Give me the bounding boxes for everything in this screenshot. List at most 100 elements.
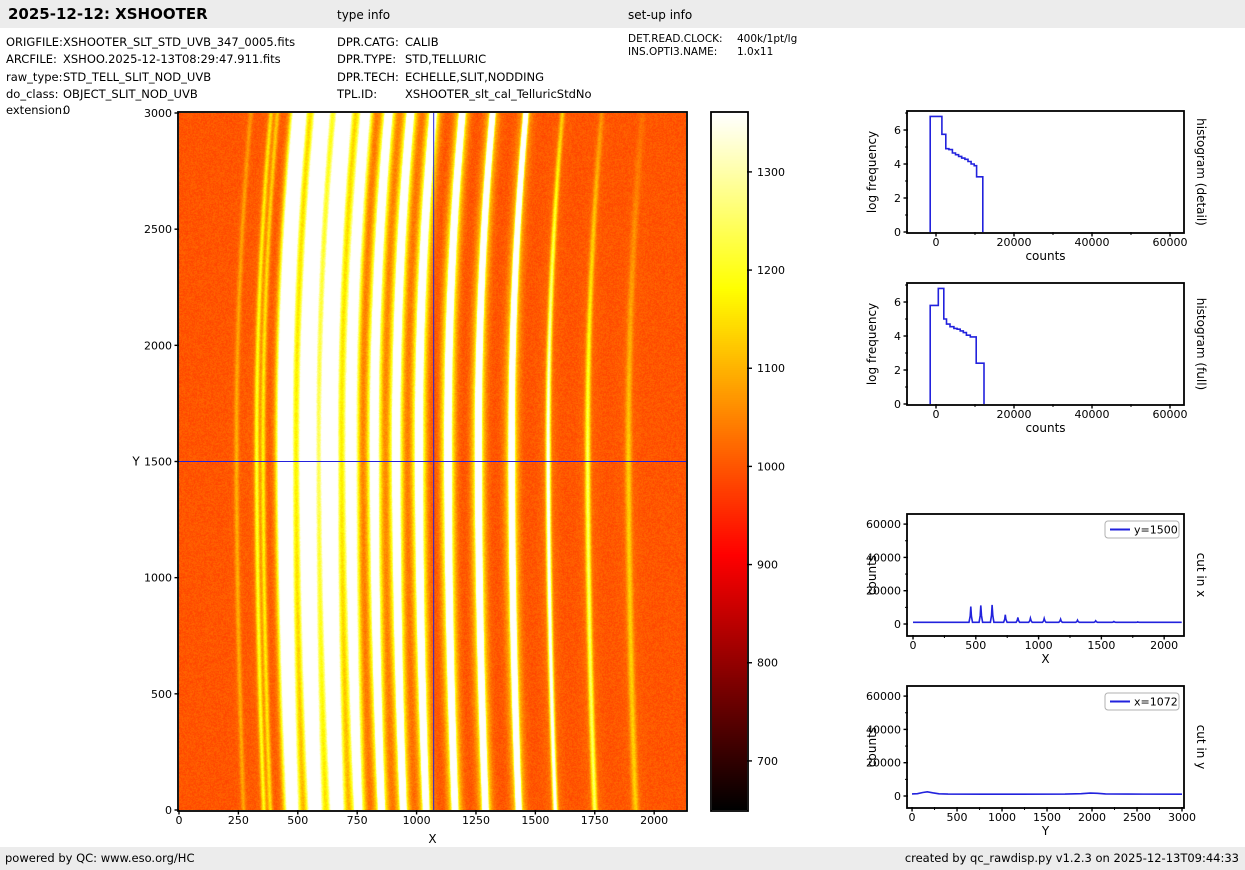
svg-text:3000: 3000 <box>144 107 172 120</box>
svg-text:60000: 60000 <box>1153 236 1188 249</box>
type-info-heading: type info <box>337 8 391 22</box>
svg-text:0: 0 <box>165 804 172 817</box>
meta-value: STD,TELLURIC <box>405 52 487 66</box>
meta-label: raw_type: <box>6 70 63 84</box>
svg-text:cut in x: cut in x <box>1194 553 1208 598</box>
meta-value: XSHOOTER_slt_cal_TelluricStdNo <box>405 87 592 101</box>
meta-value: OBJECT_SLIT_NOD_UVB <box>63 87 198 101</box>
meta-value: XSHOOTER_SLT_STD_UVB_347_0005.fits <box>63 35 296 49</box>
meta-row-dprtech: DPR.TECH: ECHELLE,SLIT,NODDING <box>337 70 544 84</box>
svg-text:4: 4 <box>894 158 901 171</box>
meta-value: 400k/1pt/lg <box>737 33 798 45</box>
svg-text:60000: 60000 <box>866 690 901 703</box>
svg-text:40000: 40000 <box>1075 408 1110 421</box>
svg-text:0: 0 <box>894 398 901 411</box>
meta-value: 1.0x11 <box>737 46 774 58</box>
svg-text:2500: 2500 <box>1123 811 1151 824</box>
svg-text:2: 2 <box>894 192 901 205</box>
svg-text:1300: 1300 <box>757 166 785 179</box>
meta-row-dprtype: DPR.TYPE: STD,TELLURIC <box>337 52 486 66</box>
setup-info-heading: set-up info <box>628 8 693 22</box>
svg-text:40000: 40000 <box>1075 236 1110 249</box>
meta-row-doclass: do_class: OBJECT_SLIT_NOD_UVB <box>6 87 198 101</box>
svg-text:0: 0 <box>933 236 940 249</box>
footer-powered-by: powered by QC: www.eso.org/HC <box>5 851 195 865</box>
svg-text:1000: 1000 <box>988 811 1016 824</box>
svg-text:2000: 2000 <box>1078 811 1106 824</box>
svg-text:500: 500 <box>287 814 308 827</box>
svg-text:counts: counts <box>1025 421 1065 435</box>
svg-text:1000: 1000 <box>144 572 172 585</box>
svg-text:Y: Y <box>1041 824 1050 838</box>
meta-label: DPR.TECH: <box>337 70 399 84</box>
meta-row-rawtype: raw_type:STD_TELL_SLIT_NOD_UVB <box>6 70 211 84</box>
svg-text:500: 500 <box>947 811 968 824</box>
svg-text:cut in y: cut in y <box>1194 725 1208 770</box>
meta-row-extension: extension:0 <box>6 103 70 117</box>
svg-text:6: 6 <box>894 296 901 309</box>
svg-text:1000: 1000 <box>403 814 431 827</box>
svg-text:0: 0 <box>909 811 916 824</box>
colorbar-gradient <box>712 113 747 810</box>
svg-text:900: 900 <box>757 559 778 572</box>
meta-label: DPR.TYPE: <box>337 52 397 66</box>
svg-text:1750: 1750 <box>581 814 609 827</box>
svg-text:histogram (full): histogram (full) <box>1194 298 1208 391</box>
svg-text:20000: 20000 <box>997 408 1032 421</box>
meta-label: ARCFILE: <box>6 52 57 66</box>
svg-text:0: 0 <box>933 408 940 421</box>
svg-text:500: 500 <box>151 688 172 701</box>
svg-text:60000: 60000 <box>1153 408 1188 421</box>
svg-text:log frequency: log frequency <box>865 131 879 213</box>
svg-text:700: 700 <box>757 755 778 768</box>
svg-text:800: 800 <box>757 657 778 670</box>
svg-text:1200: 1200 <box>757 264 785 277</box>
page-title: 2025-12-12: XSHOOTER <box>8 5 208 23</box>
svg-text:0: 0 <box>894 618 901 631</box>
svg-text:2000: 2000 <box>1150 639 1178 652</box>
svg-text:1500: 1500 <box>1087 639 1115 652</box>
svg-text:0: 0 <box>176 814 183 827</box>
meta-label: DPR.CATG: <box>337 35 399 49</box>
svg-text:X: X <box>428 832 436 846</box>
meta-value: XSHOO.2025-12-13T08:29:47.911.fits <box>63 52 281 66</box>
meta-label: do_class: <box>6 87 59 101</box>
meta-value: ECHELLE,SLIT,NODDING <box>405 70 544 84</box>
svg-text:4: 4 <box>894 330 901 343</box>
qc-report-page: { "header": { "title": "2025-12-12: XSHO… <box>0 0 1245 870</box>
svg-text:20000: 20000 <box>866 585 901 598</box>
meta-label: extension: <box>6 103 66 117</box>
meta-row-opti3: INS.OPTI3.NAME: 1.0x11 <box>628 46 773 58</box>
svg-text:1250: 1250 <box>462 814 490 827</box>
svg-text:0: 0 <box>894 790 901 803</box>
svg-text:log frequency: log frequency <box>865 303 879 385</box>
svg-text:2000: 2000 <box>640 814 668 827</box>
meta-row-dprcatg: DPR.CATG: CALIB <box>337 35 439 49</box>
svg-text:3000: 3000 <box>1168 811 1196 824</box>
svg-text:750: 750 <box>347 814 368 827</box>
svg-text:20000: 20000 <box>997 236 1032 249</box>
svg-text:60000: 60000 <box>866 518 901 531</box>
svg-text:1500: 1500 <box>144 456 172 469</box>
svg-text:40000: 40000 <box>866 723 901 736</box>
svg-text:y=1500: y=1500 <box>1134 524 1178 537</box>
meta-label: ORIGFILE: <box>6 35 63 49</box>
svg-text:500: 500 <box>965 639 986 652</box>
svg-text:2: 2 <box>894 364 901 377</box>
meta-row-readclock: DET.READ.CLOCK: 400k/1pt/lg <box>628 33 797 45</box>
svg-text:1000: 1000 <box>757 460 785 473</box>
svg-text:counts: counts <box>865 555 879 595</box>
svg-text:X: X <box>1041 652 1049 666</box>
svg-text:Y: Y <box>131 455 140 469</box>
svg-text:1000: 1000 <box>1025 639 1053 652</box>
raw-frame-heatmap <box>179 113 686 810</box>
svg-text:1100: 1100 <box>757 362 785 375</box>
svg-text:1500: 1500 <box>1033 811 1061 824</box>
meta-label: INS.OPTI3.NAME: <box>628 46 718 58</box>
meta-row-arcfile: ARCFILE: XSHOO.2025-12-13T08:29:47.911.fi… <box>6 52 281 66</box>
svg-text:0: 0 <box>910 639 917 652</box>
svg-text:40000: 40000 <box>866 551 901 564</box>
meta-value: 0 <box>63 103 71 117</box>
meta-value: STD_TELL_SLIT_NOD_UVB <box>63 70 212 84</box>
meta-row-tplid: TPL.ID: XSHOOTER_slt_cal_TelluricStdNo <box>337 87 592 101</box>
